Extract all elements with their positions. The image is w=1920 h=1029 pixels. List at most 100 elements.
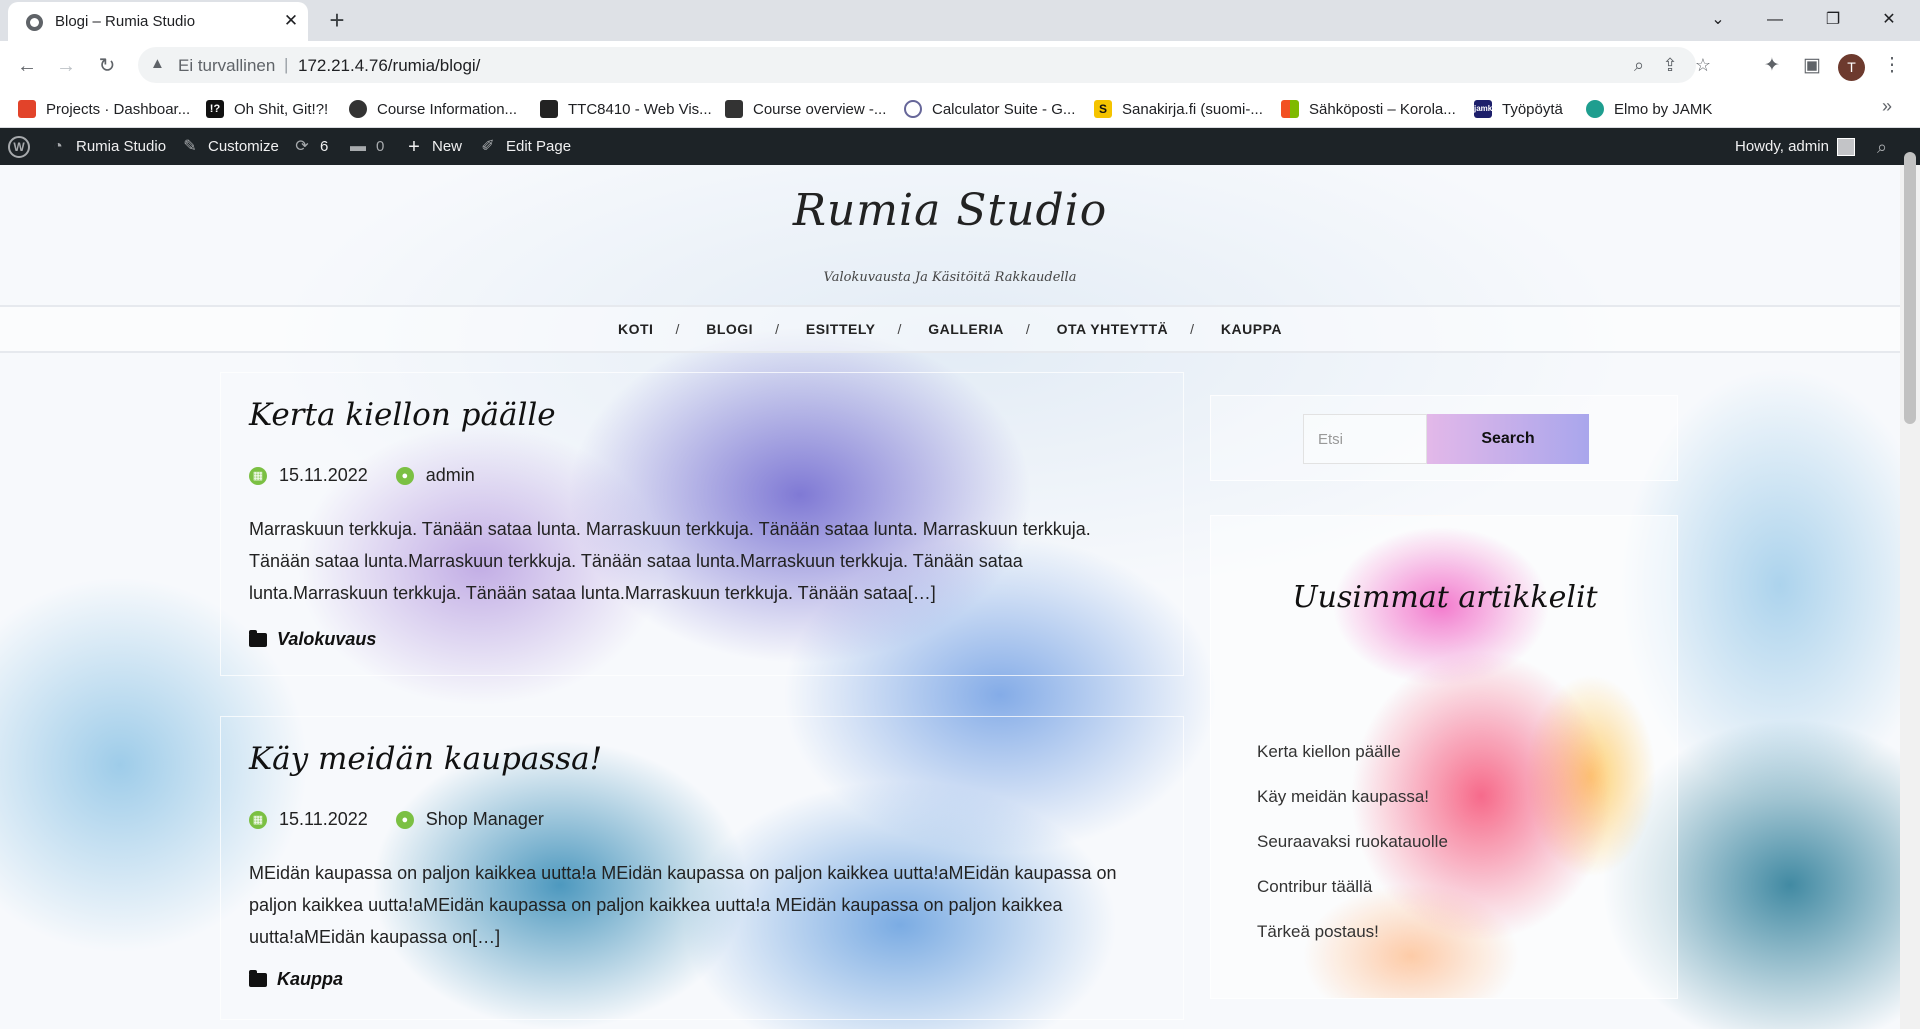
customize-link[interactable]: ✎ Customize — [180, 128, 279, 165]
course-icon — [349, 100, 367, 118]
list-item[interactable]: Tärkeä postaus! — [1257, 922, 1448, 967]
tab-search-icon[interactable]: ⌄ — [1695, 6, 1741, 34]
bookmark-item[interactable]: Course overview -... — [725, 97, 886, 121]
search-button[interactable]: Search — [1427, 414, 1589, 464]
ohshitgit-icon: !? — [206, 100, 224, 118]
extensions-icon[interactable]: ✦ — [1757, 51, 1787, 81]
edit-page-link[interactable]: ✐ Edit Page — [478, 128, 571, 165]
warning-icon[interactable]: ▲ — [150, 55, 165, 72]
side-panel-icon[interactable]: ▣ — [1797, 51, 1827, 81]
close-window-button[interactable]: ✕ — [1866, 6, 1912, 34]
share-icon[interactable]: ⇪ — [1657, 53, 1683, 77]
post-category: Kauppa — [249, 969, 343, 990]
minimize-button[interactable]: — — [1752, 6, 1798, 34]
separator: | — [284, 55, 289, 74]
bookmark-item[interactable]: TTC8410 - Web Vis... — [540, 97, 712, 121]
new-tab-button[interactable]: + — [323, 6, 351, 34]
post-author[interactable]: admin — [426, 465, 475, 486]
forward-icon[interactable]: → — [51, 51, 81, 81]
main-navigation: KOTI / BLOGI / ESITTELY / GALLERIA / OTA YHT… — [0, 305, 1900, 353]
post-category: Valokuvaus — [249, 629, 376, 650]
comments-link[interactable]: ▬ 0 — [348, 128, 384, 165]
site-tagline: Valokuvausta Ja Käsitöitä Rakkaudella — [823, 270, 1077, 285]
list-item[interactable]: Käy meidän kaupassa! — [1257, 787, 1448, 832]
book-icon — [725, 100, 743, 118]
updates-link[interactable]: ⟳ 6 — [292, 128, 328, 165]
dashboard-icon: ◔ — [53, 137, 63, 155]
menu-item-koti[interactable]: KOTI — [618, 321, 653, 337]
category-link[interactable]: Kauppa — [277, 969, 343, 990]
bookmarks-overflow-icon[interactable]: » — [1882, 96, 1892, 117]
category-link[interactable]: Valokuvaus — [277, 629, 376, 650]
post-title[interactable]: Kerta kiellon päälle — [249, 397, 556, 433]
calendar-icon: ▦ — [249, 810, 267, 829]
browser-tab[interactable]: Blogi – Rumia Studio ✕ — [8, 2, 308, 41]
list-item[interactable]: Kerta kiellon päälle — [1257, 742, 1448, 787]
sanakirja-icon: S — [1094, 100, 1112, 118]
post-date[interactable]: 15.11.2022 — [279, 809, 368, 830]
url-text[interactable]: 172.21.4.76/rumia/blogi/ — [298, 56, 480, 76]
site-title[interactable]: Rumia Studio — [0, 185, 1900, 236]
admin-site-link[interactable]: ◔ Rumia Studio — [48, 128, 166, 165]
bookmark-item[interactable]: Projects · Dashboar... — [18, 97, 190, 121]
address-bar[interactable]: ▲ Ei turvallinen | 172.21.4.76/rumia/blo… — [138, 47, 1711, 83]
search-input[interactable]: Etsi — [1303, 414, 1427, 464]
post-card: Kerta kiellon päälle ▦ 15.11.2022 ● admi… — [220, 372, 1184, 676]
browser-toolbar: ← → ↻ ▲ Ei turvallinen | 172.21.4.76/rum… — [0, 41, 1920, 90]
user-icon: ● — [395, 810, 414, 829]
menu-item-blogi[interactable]: BLOGI — [706, 321, 753, 337]
admin-search-icon[interactable]: ⌕ — [1872, 128, 1892, 165]
microsoft-icon — [1281, 100, 1299, 118]
bookmarks-bar: Projects · Dashboar... !? Oh Shit, Git!?!… — [0, 90, 1920, 128]
page-viewport: Rumia Studio Valokuvausta Ja Käsitöitä R… — [0, 165, 1900, 1029]
globe-icon — [26, 14, 43, 31]
menu-item-esittely[interactable]: ESITTELY — [806, 321, 876, 337]
post-meta: ▦ 15.11.2022 ● admin — [249, 465, 475, 486]
geogebra-icon — [904, 100, 922, 118]
account-menu[interactable]: Howdy, admin — [1735, 128, 1855, 165]
folder-icon — [249, 969, 267, 987]
profile-avatar[interactable]: T — [1838, 54, 1865, 81]
plus-icon: + — [408, 135, 420, 158]
scrollbar-thumb[interactable] — [1904, 152, 1916, 424]
post-meta: ▦ 15.11.2022 ● Shop Manager — [249, 809, 544, 830]
elmo-icon — [1586, 100, 1604, 118]
bookmark-item[interactable]: Course Information... — [349, 97, 517, 121]
bookmark-item[interactable]: jamk Työpöytä — [1474, 97, 1563, 121]
folder-icon — [249, 629, 267, 647]
menu-item-ota-yhteytta[interactable]: OTA YHTEYTTÄ — [1057, 321, 1169, 337]
jamk-icon: jamk — [1474, 100, 1492, 118]
wordpress-logo-icon[interactable]: W — [8, 128, 38, 165]
list-item[interactable]: Contribur täällä — [1257, 877, 1448, 922]
security-label[interactable]: Ei turvallinen — [178, 56, 275, 76]
gitlab-icon — [18, 100, 36, 118]
new-content-link[interactable]: + New — [404, 128, 462, 165]
wp-admin-bar: W ◔ Rumia Studio ✎ Customize ⟳ 6 ▬ 0 + New ✐ E… — [0, 128, 1920, 165]
widget-title: Uusimmat artikkelit — [1292, 580, 1598, 615]
bookmark-item[interactable]: !? Oh Shit, Git!?! — [206, 97, 328, 121]
menu-item-kauppa[interactable]: KAUPPA — [1221, 321, 1282, 337]
user-icon: ● — [395, 466, 414, 485]
bookmark-star-icon[interactable]: ☆ — [1690, 53, 1716, 77]
bookmark-item[interactable]: Elmo by JAMK — [1586, 97, 1712, 121]
menu-icon[interactable]: ⋮ — [1877, 51, 1907, 81]
post-date[interactable]: 15.11.2022 — [279, 465, 368, 486]
bookmark-item[interactable]: Sähköposti – Korola... — [1281, 97, 1456, 121]
post-title[interactable]: Käy meidän kaupassa! — [249, 741, 602, 777]
reload-icon[interactable]: ↻ — [92, 51, 122, 81]
list-item[interactable]: Seuraavaksi ruokatauolle — [1257, 832, 1448, 877]
maximize-button[interactable]: ❐ — [1810, 6, 1856, 34]
close-tab-icon[interactable]: ✕ — [280, 10, 302, 32]
bookmark-item[interactable]: S Sanakirja.fi (suomi-... — [1094, 97, 1263, 121]
post-excerpt: MEidän kaupassa on paljon kaikkea uutta!… — [249, 863, 1117, 947]
tab-title: Blogi – Rumia Studio — [55, 13, 196, 30]
recent-posts-widget: Uusimmat artikkelit Kerta kiellon päälle… — [1210, 515, 1678, 999]
zoom-icon[interactable]: ⌕ — [1626, 53, 1652, 77]
back-icon[interactable]: ← — [12, 51, 42, 81]
bookmark-item[interactable]: Calculator Suite - G... — [904, 97, 1075, 121]
post-excerpt: Marraskuun terkkuja. Tänään sataa lunta.… — [249, 519, 1091, 603]
graduation-cap-icon — [540, 100, 558, 118]
post-author[interactable]: Shop Manager — [426, 809, 544, 830]
brush-icon: ✎ — [183, 137, 197, 155]
menu-item-galleria[interactable]: GALLERIA — [928, 321, 1004, 337]
